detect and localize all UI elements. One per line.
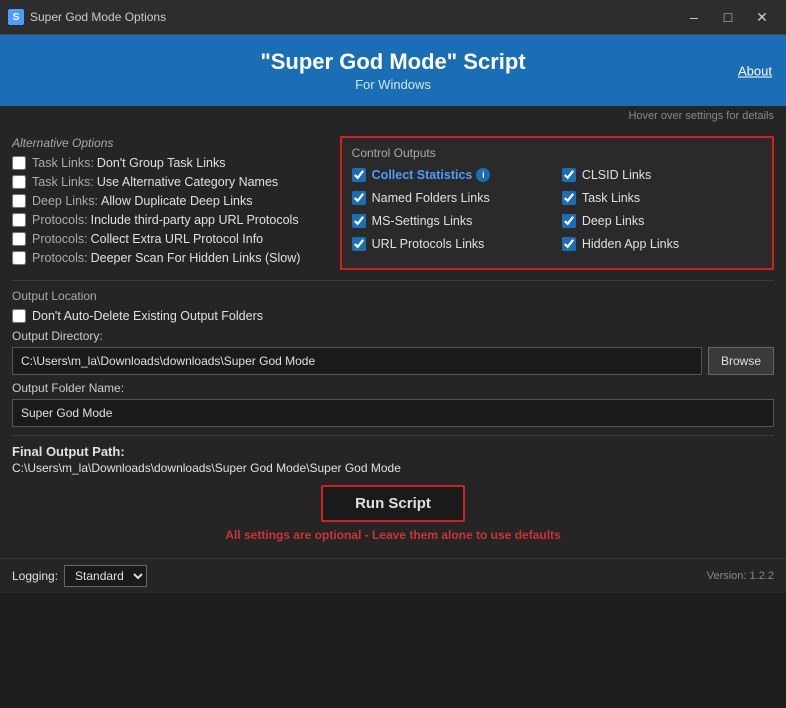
co-checkbox-5[interactable] <box>562 214 576 228</box>
co-checkbox-0[interactable] <box>352 168 366 182</box>
co-row: Hidden App Links <box>562 237 762 251</box>
co-row: CLSID Links <box>562 168 762 182</box>
header: "Super God Mode" Script For Windows Abou… <box>0 35 786 106</box>
alt-option-checkbox-3[interactable] <box>12 213 26 227</box>
alt-option-value: Collect Extra URL Protocol Info <box>91 232 264 246</box>
alt-option-row: Protocols:Collect Extra URL Protocol Inf… <box>12 232 328 246</box>
bottom-bar: Logging: StandardVerboseMinimalNone Vers… <box>0 558 786 593</box>
about-link[interactable]: About <box>738 63 772 78</box>
output-dir-row: Browse <box>12 347 774 375</box>
logging-row: Logging: StandardVerboseMinimalNone <box>12 565 147 587</box>
output-location-label: Output Location <box>12 289 774 303</box>
co-value: Task Links <box>582 191 640 205</box>
alt-option-value: Don't Group Task Links <box>97 156 226 170</box>
app-icon: S <box>8 9 24 25</box>
alt-option-checkbox-0[interactable] <box>12 156 26 170</box>
logging-label: Logging: <box>12 569 58 583</box>
co-value: Named Folders Links <box>372 191 490 205</box>
run-section: Run Script All settings are optional - L… <box>12 485 774 542</box>
co-checkbox-3[interactable] <box>562 191 576 205</box>
alt-option-key: Task Links: <box>32 175 94 189</box>
final-output-label: Final Output Path: <box>12 444 125 459</box>
alt-option-row: Protocols:Deeper Scan For Hidden Links (… <box>12 251 328 265</box>
co-value: Hidden App Links <box>582 237 679 251</box>
co-value: Deep Links <box>582 214 645 228</box>
run-script-button[interactable]: Run Script <box>321 485 465 522</box>
alt-option-checkbox-2[interactable] <box>12 194 26 208</box>
co-row: Collect Statisticsi <box>352 168 552 182</box>
co-row: MS-Settings Links <box>352 214 552 228</box>
co-value: CLSID Links <box>582 168 651 182</box>
dont-autodelete-row: Don't Auto-Delete Existing Output Folder… <box>12 309 774 323</box>
alt-option-row: Deep Links:Allow Duplicate Deep Links <box>12 194 328 208</box>
main-content: Alternative Options Task Links:Don't Gro… <box>0 126 786 558</box>
alt-option-row: Task Links:Use Alternative Category Name… <box>12 175 328 189</box>
co-checkbox-2[interactable] <box>352 191 366 205</box>
divider1 <box>12 280 774 281</box>
alt-options-label: Alternative Options <box>12 136 328 150</box>
co-value: URL Protocols Links <box>372 237 485 251</box>
run-hint: All settings are optional - Leave them a… <box>12 528 774 542</box>
co-checkbox-7[interactable] <box>562 237 576 251</box>
maximize-button[interactable]: □ <box>712 6 744 28</box>
output-dir-input[interactable] <box>12 347 702 375</box>
title-bar-controls: – □ ✕ <box>678 6 778 28</box>
control-outputs-grid: Collect Statisticsi CLSID Links Named Fold… <box>352 168 762 256</box>
alt-option-value: Deeper Scan For Hidden Links (Slow) <box>91 251 301 265</box>
co-value: Collect Statistics <box>372 168 473 182</box>
divider2 <box>12 435 774 436</box>
alt-option-row: Task Links:Don't Group Task Links <box>12 156 328 170</box>
alt-option-key: Deep Links: <box>32 194 98 208</box>
browse-button[interactable]: Browse <box>708 347 774 375</box>
co-row: URL Protocols Links <box>352 237 552 251</box>
hover-hint: Hover over settings for details <box>0 106 786 126</box>
title-bar: S Super God Mode Options – □ ✕ <box>0 0 786 35</box>
alt-option-checkbox-1[interactable] <box>12 175 26 189</box>
co-row: Task Links <box>562 191 762 205</box>
folder-name-input[interactable] <box>12 399 774 427</box>
co-value: MS-Settings Links <box>372 214 473 228</box>
alt-option-key: Task Links: <box>32 156 94 170</box>
alt-option-key: Protocols: <box>32 251 88 265</box>
version-text: Version: 1.2.2 <box>707 570 774 582</box>
alt-option-value: Include third-party app URL Protocols <box>91 213 299 227</box>
output-dir-label: Output Directory: <box>12 329 774 343</box>
logging-select[interactable]: StandardVerboseMinimalNone <box>64 565 147 587</box>
alt-options-panel: Alternative Options Task Links:Don't Gro… <box>12 136 328 270</box>
alt-option-key: Protocols: <box>32 232 88 246</box>
dont-autodelete-checkbox[interactable] <box>12 309 26 323</box>
dont-autodelete-label: Don't Auto-Delete Existing Output Folder… <box>32 309 263 323</box>
control-outputs-panel: Control Outputs Collect Statisticsi CLSID… <box>340 136 774 270</box>
info-icon[interactable]: i <box>476 168 490 182</box>
app-subtitle: For Windows <box>14 77 772 92</box>
folder-name-label: Output Folder Name: <box>12 381 774 395</box>
alt-option-key: Protocols: <box>32 213 88 227</box>
close-button[interactable]: ✕ <box>746 6 778 28</box>
control-outputs-label: Control Outputs <box>352 146 762 160</box>
options-row: Alternative Options Task Links:Don't Gro… <box>12 136 774 270</box>
alt-option-value: Use Alternative Category Names <box>97 175 278 189</box>
co-checkbox-6[interactable] <box>352 237 366 251</box>
co-row: Named Folders Links <box>352 191 552 205</box>
alt-option-value: Allow Duplicate Deep Links <box>101 194 252 208</box>
alt-option-row: Protocols:Include third-party app URL Pr… <box>12 213 328 227</box>
alt-option-checkbox-5[interactable] <box>12 251 26 265</box>
alt-options-list: Task Links:Don't Group Task LinksTask Li… <box>12 156 328 265</box>
minimize-button[interactable]: – <box>678 6 710 28</box>
output-location-section: Output Location Don't Auto-Delete Existi… <box>12 289 774 427</box>
app-title: "Super God Mode" Script <box>14 49 772 75</box>
co-row: Deep Links <box>562 214 762 228</box>
alt-option-checkbox-4[interactable] <box>12 232 26 246</box>
title-bar-text: Super God Mode Options <box>30 10 678 24</box>
co-checkbox-4[interactable] <box>352 214 366 228</box>
final-output-section: Final Output Path: C:\Users\m_la\Downloa… <box>12 444 774 475</box>
co-checkbox-1[interactable] <box>562 168 576 182</box>
final-output-path: C:\Users\m_la\Downloads\downloads\Super … <box>12 461 774 475</box>
